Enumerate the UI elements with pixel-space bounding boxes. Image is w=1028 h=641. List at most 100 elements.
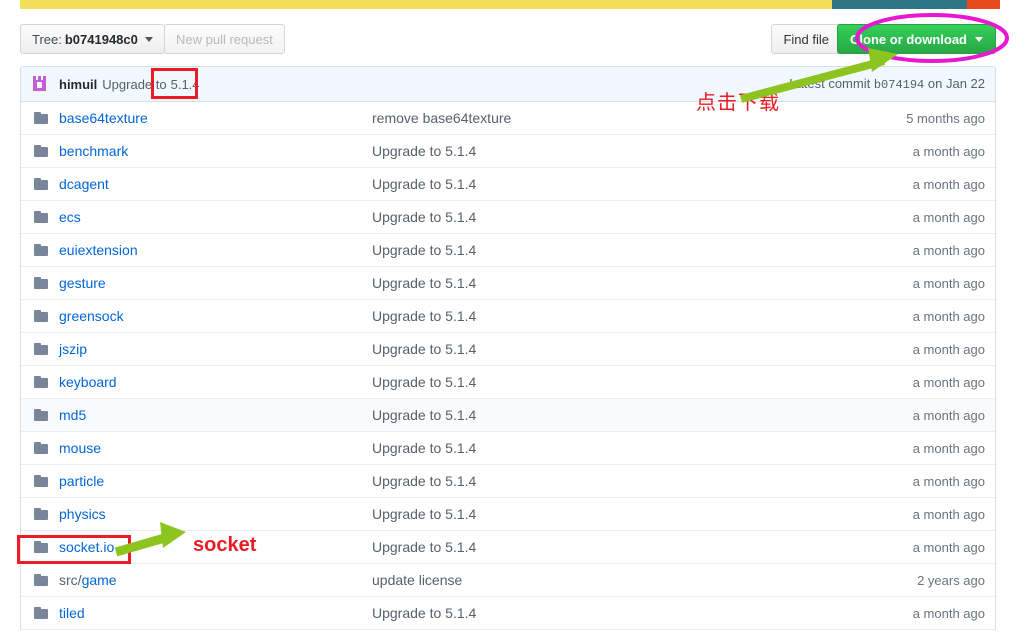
commit-age-cell: a month ago [912,143,985,159]
file-name-link[interactable]: benchmark [59,143,128,159]
file-name-text: gesture [59,275,106,291]
table-row[interactable]: tiled Upgrade to 5.1.4 a month ago [21,597,995,630]
commit-message-cell[interactable]: Upgrade to 5.1.4 [372,176,835,192]
commit-message-cell[interactable]: Upgrade to 5.1.4 [372,506,835,522]
file-name-cell: tiled [33,605,372,621]
file-name-cell: physics [33,506,372,522]
file-name-cell: md5 [33,407,372,423]
commit-message[interactable]: Upgrade to [102,77,166,92]
commit-message-cell[interactable]: Upgrade to 5.1.4 [372,407,835,423]
commit-message-cell[interactable]: Upgrade to 5.1.4 [372,308,835,324]
file-name-cell: particle [33,473,372,489]
clone-or-download-button[interactable]: Clone or download [837,24,996,54]
file-name-text: benchmark [59,143,129,159]
repo-toolbar: Tree: b0741948c0 New pull request Find f… [20,24,996,54]
commit-message-cell[interactable]: remove base64texture [372,110,835,126]
table-row[interactable]: greensock Upgrade to 5.1.4 a month ago [21,300,995,333]
tree-label: Tree: [32,31,62,47]
commit-message-version[interactable]: 5.1.4 [171,77,200,92]
latest-commit-sha[interactable]: b074194 [874,78,924,92]
commit-age-cell: 2 years ago [917,572,985,588]
avatar[interactable] [30,74,50,94]
commit-message-cell[interactable]: Upgrade to 5.1.4 [372,242,835,258]
file-name-link[interactable]: tiled [59,605,85,621]
table-row[interactable]: dcagent Upgrade to 5.1.4 a month ago [21,168,995,201]
file-name-link[interactable]: md5 [59,407,86,423]
file-name-link[interactable]: jszip [59,341,87,357]
file-name-prefix: src/ [59,572,82,588]
commit-age-cell: a month ago [912,605,985,621]
file-name-link[interactable]: src/game [59,572,117,588]
latest-commit-date: on Jan 22 [927,76,985,91]
table-row[interactable]: md5 Upgrade to 5.1.4 a month ago [21,399,995,432]
find-file-button[interactable]: Find file [771,24,841,54]
file-name-link[interactable]: base64texture [59,110,148,126]
commit-message-cell[interactable]: Upgrade to 5.1.4 [372,341,835,357]
file-name-cell: benchmark [33,143,372,159]
file-name-text: greensock [59,308,124,324]
commit-message-cell[interactable]: Upgrade to 5.1.4 [372,275,835,291]
commit-age-cell: a month ago [912,308,985,324]
commit-message-cell[interactable]: Upgrade to 5.1.4 [372,440,835,456]
table-row[interactable]: ecs Upgrade to 5.1.4 a month ago [21,201,995,234]
file-name-link[interactable]: euiextension [59,242,138,258]
file-name-text: md5 [59,407,87,423]
file-name-cell: euiextension [33,242,372,258]
new-pull-request-button[interactable]: New pull request [164,24,285,54]
commit-message-cell[interactable]: Upgrade to 5.1.4 [372,374,835,390]
teal-segment [832,0,967,9]
file-name-link[interactable]: keyboard [59,374,117,390]
table-row[interactable]: particle Upgrade to 5.1.4 a month ago [21,465,995,498]
file-name-text: tiled [59,605,85,621]
commit-message-cell[interactable]: Upgrade to 5.1.4 [372,143,835,159]
commit-age-cell: a month ago [912,374,985,390]
table-row[interactable]: keyboard Upgrade to 5.1.4 a month ago [21,366,995,399]
file-name-text: particle [59,473,105,489]
file-name-link[interactable]: greensock [59,308,124,324]
commit-age-cell: a month ago [912,407,985,423]
commit-message-cell[interactable]: Upgrade to 5.1.4 [372,473,835,489]
table-row[interactable]: gesture Upgrade to 5.1.4 a month ago [21,267,995,300]
commit-age-cell: 5 months ago [906,110,985,126]
file-name-text: euiextension [59,242,138,258]
commit-author[interactable]: himuil [59,77,97,92]
table-row[interactable]: socket.io Upgrade to 5.1.4 a month ago [21,531,995,564]
latest-commit-header: himuil Upgrade to 5.1.4 Latest commit b0… [21,67,995,102]
file-name-text: mouse [59,440,102,456]
file-name-link[interactable]: particle [59,473,104,489]
chevron-down-icon [975,36,983,42]
file-name-link[interactable]: mouse [59,440,101,456]
commit-age-cell: a month ago [912,242,985,258]
file-name-link[interactable]: gesture [59,275,106,291]
table-row[interactable]: physics Upgrade to 5.1.4 a month ago [21,498,995,531]
file-name-cell: jszip [33,341,372,357]
table-row[interactable]: mouse Upgrade to 5.1.4 a month ago [21,432,995,465]
file-name-link[interactable]: dcagent [59,176,109,192]
commit-age-cell: a month ago [912,473,985,489]
commit-age-cell: a month ago [912,341,985,357]
commit-message-cell[interactable]: Upgrade to 5.1.4 [372,209,835,225]
tree-branch-button[interactable]: Tree: b0741948c0 [20,24,165,54]
file-name-link[interactable]: socket.io [59,539,114,555]
table-row[interactable]: benchmark Upgrade to 5.1.4 a month ago [21,135,995,168]
table-row[interactable]: jszip Upgrade to 5.1.4 a month ago [21,333,995,366]
file-name-text: base64texture [59,110,148,126]
file-name-cell: socket.io [33,539,372,555]
file-name-link[interactable]: ecs [59,209,81,225]
yellow-segment [20,0,832,9]
clone-or-download-label: Clone or download [850,31,967,47]
commit-message-cell[interactable]: Upgrade to 5.1.4 [372,605,835,621]
commit-age-cell: a month ago [912,275,985,291]
file-name-cell: src/game [33,572,372,588]
table-row[interactable]: euiextension Upgrade to 5.1.4 a month ago [21,234,995,267]
table-row[interactable]: base64texture remove base64texture 5 month… [21,102,995,135]
file-listing-table: himuil Upgrade to 5.1.4 Latest commit b0… [20,66,996,630]
file-name-text: socket.io [59,539,115,555]
commit-message-cell[interactable]: Upgrade to 5.1.4 [372,539,835,555]
file-name-text: physics [59,506,106,522]
orange-segment [967,0,1000,9]
file-name-link[interactable]: physics [59,506,106,522]
file-name-text: jszip [59,341,88,357]
table-row[interactable]: src/game update license 2 years ago [21,564,995,597]
commit-message-cell[interactable]: update license [372,572,835,588]
